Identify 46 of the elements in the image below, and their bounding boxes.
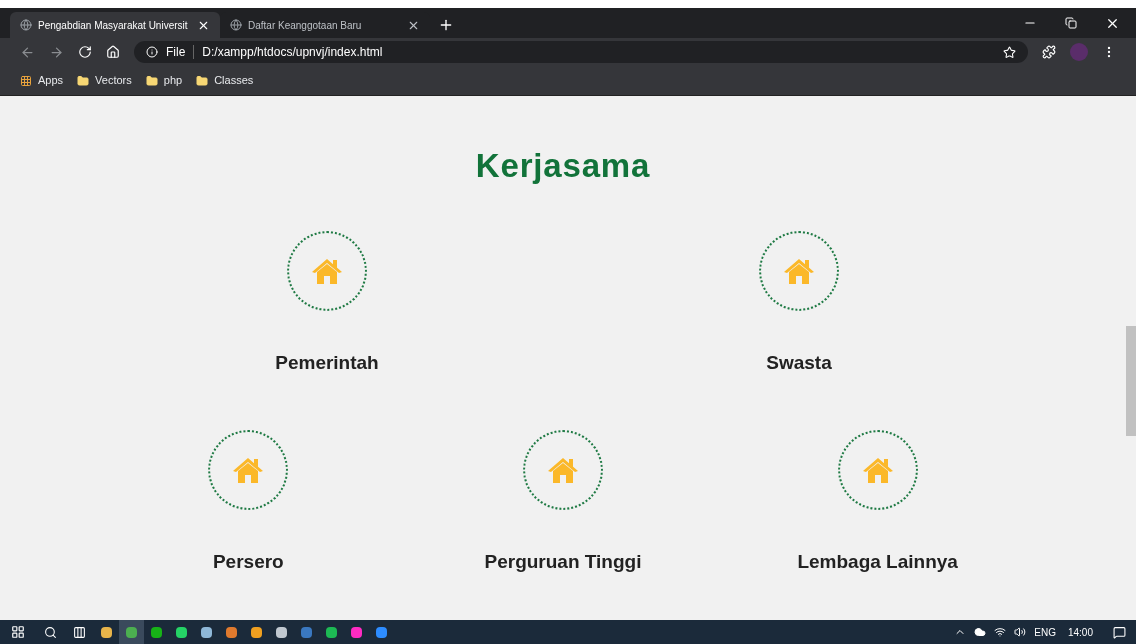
partner-label: Swasta [766, 350, 832, 375]
cloud-icon[interactable] [974, 626, 987, 638]
browser-tab[interactable]: Pengabdian Masyarakat Universit [10, 12, 220, 38]
house-icon [232, 456, 265, 484]
back-icon[interactable] [20, 44, 35, 60]
volume-icon[interactable] [1014, 626, 1027, 638]
partner-label: Persero [212, 550, 284, 574]
folder-icon [196, 74, 209, 87]
star-icon[interactable] [1003, 45, 1016, 59]
house-icon [861, 456, 894, 484]
apps-icon [20, 74, 32, 87]
new-tab-icon[interactable] [438, 17, 454, 33]
scrollbar-thumb[interactable] [1126, 326, 1136, 436]
bookmark[interactable]: Apps [20, 72, 64, 89]
wifi-icon[interactable] [994, 626, 1007, 638]
search-icon[interactable] [44, 625, 57, 639]
address-scheme: File [166, 44, 186, 61]
tab-title: Pengabdian Masyarakat Universit [38, 18, 189, 33]
address-bar[interactable]: File D:/xampp/htdocs/upnvj/index.html [134, 41, 1028, 63]
language-indicator[interactable]: ENG [1034, 624, 1056, 640]
house-icon [783, 256, 815, 285]
clock[interactable]: 14:00 [1067, 624, 1093, 640]
globe-icon [20, 19, 32, 31]
section-heading: Kerjasama [475, 146, 651, 186]
folder-icon [145, 74, 158, 87]
reload-icon[interactable] [78, 45, 92, 59]
task-view-icon[interactable] [73, 625, 86, 639]
extensions-icon[interactable] [1042, 45, 1056, 59]
tab-title: Daftar Keanggotaan Baru [248, 18, 363, 33]
folder-icon [77, 74, 90, 87]
forward-icon[interactable] [49, 44, 64, 60]
info-icon [146, 46, 158, 58]
home-icon[interactable] [106, 45, 120, 59]
bookmark[interactable]: php [145, 72, 183, 89]
globe-icon [230, 19, 242, 31]
notifications-icon[interactable] [1113, 625, 1126, 639]
bookmark[interactable]: Classes [196, 72, 254, 89]
partner-label: Perguruan Tinggi [484, 550, 642, 574]
start-icon[interactable] [11, 625, 25, 639]
house-icon [547, 456, 579, 484]
address-url: D:/xampp/htdocs/upnvj/index.html [202, 44, 383, 61]
partner-label: Lembaga Lainnya [797, 550, 958, 574]
partner-label: Pemerintah [275, 350, 379, 375]
bookmark[interactable]: Vectors [77, 72, 132, 89]
restore-icon[interactable] [1065, 17, 1077, 29]
house-icon [311, 256, 343, 285]
